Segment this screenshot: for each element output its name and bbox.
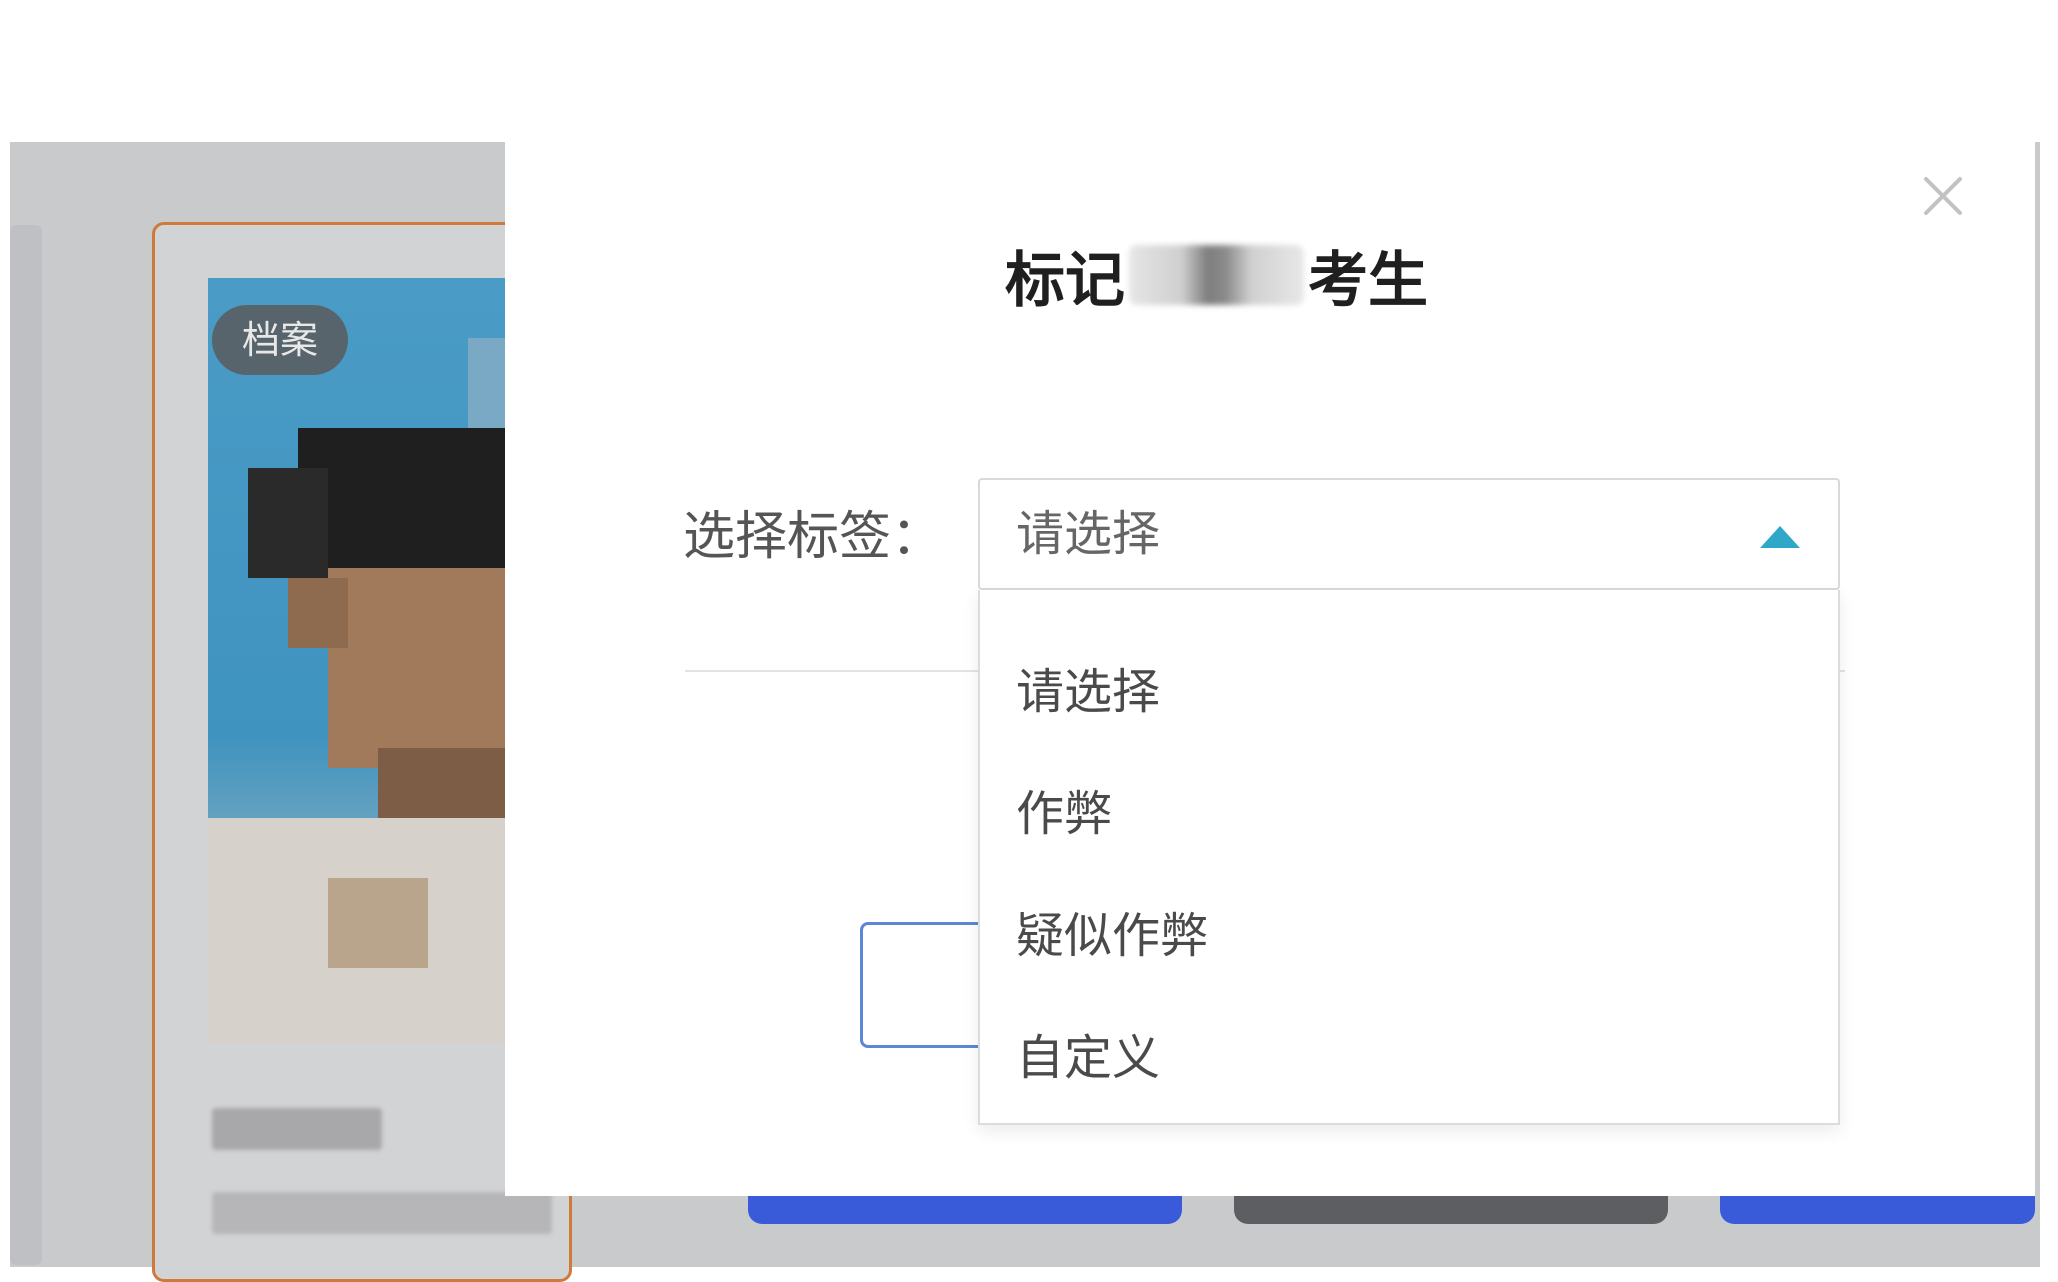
student-name-redacted: [212, 1108, 382, 1150]
chevron-up-icon: [1760, 526, 1800, 548]
dropdown-option[interactable]: 自定义: [1016, 1018, 1160, 1098]
dialog-title-suffix: 考生: [1308, 245, 1428, 316]
tag-select-label: 选择标签：: [683, 507, 944, 567]
archive-tag: 档案: [212, 305, 348, 375]
dropdown-option[interactable]: 请选择: [1016, 652, 1160, 732]
student-id-redacted: [212, 1192, 552, 1234]
background-side-strip: [10, 225, 42, 1265]
dialog-title-prefix: 标记: [1005, 245, 1125, 316]
student-name-redacted: [1129, 245, 1304, 305]
dropdown-option[interactable]: 作弊: [1016, 774, 1112, 854]
close-icon[interactable]: [1915, 168, 1971, 224]
tag-select[interactable]: 请选择: [978, 478, 1840, 590]
cancel-button[interactable]: [860, 922, 990, 1048]
dropdown-option[interactable]: 疑似作弊: [1016, 896, 1208, 976]
tag-dropdown: 请选择 作弊 疑似作弊 自定义: [978, 590, 1840, 1125]
student-photo: [208, 278, 508, 1043]
tag-select-value: 请选择: [1016, 506, 1161, 562]
dialog-title: 标记 考生: [1005, 235, 1428, 316]
